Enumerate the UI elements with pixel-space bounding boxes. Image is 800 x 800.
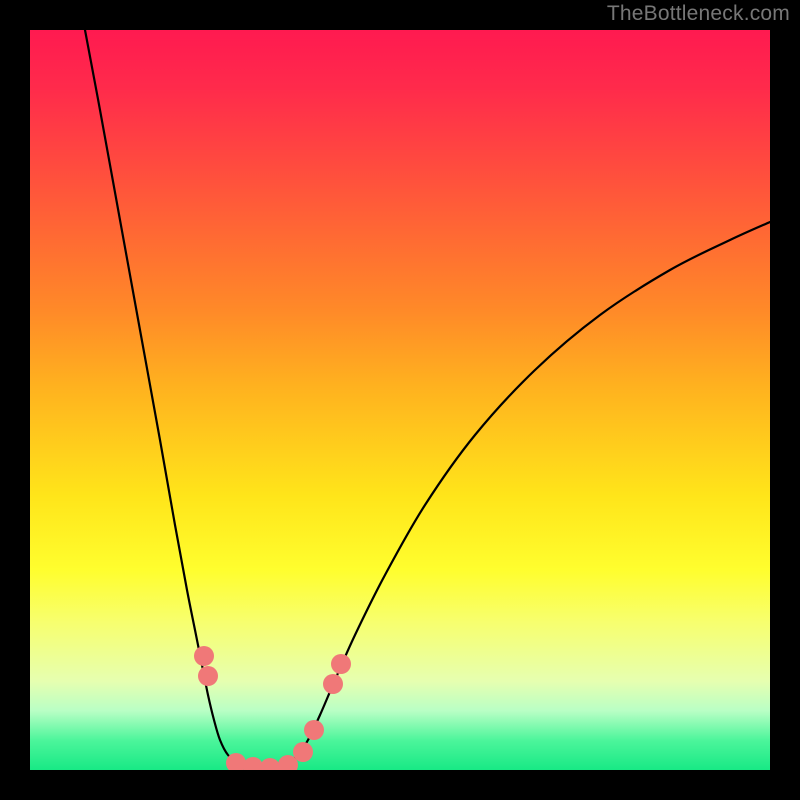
curve-svg (30, 30, 770, 770)
bead-marker (331, 654, 351, 674)
bead-marker (243, 757, 263, 770)
curve-curve-left (85, 30, 270, 768)
plot-area (30, 30, 770, 770)
bead-marker (323, 674, 343, 694)
watermark-text: TheBottleneck.com (607, 2, 790, 26)
curve-curve-right (270, 222, 770, 768)
chart-frame: TheBottleneck.com (0, 0, 800, 800)
bead-marker (194, 646, 214, 666)
bead-marker (198, 666, 218, 686)
bead-marker (304, 720, 324, 740)
bead-marker (226, 753, 246, 770)
bead-marker (278, 755, 298, 770)
bead-marker (293, 742, 313, 762)
bead-marker (260, 758, 280, 770)
